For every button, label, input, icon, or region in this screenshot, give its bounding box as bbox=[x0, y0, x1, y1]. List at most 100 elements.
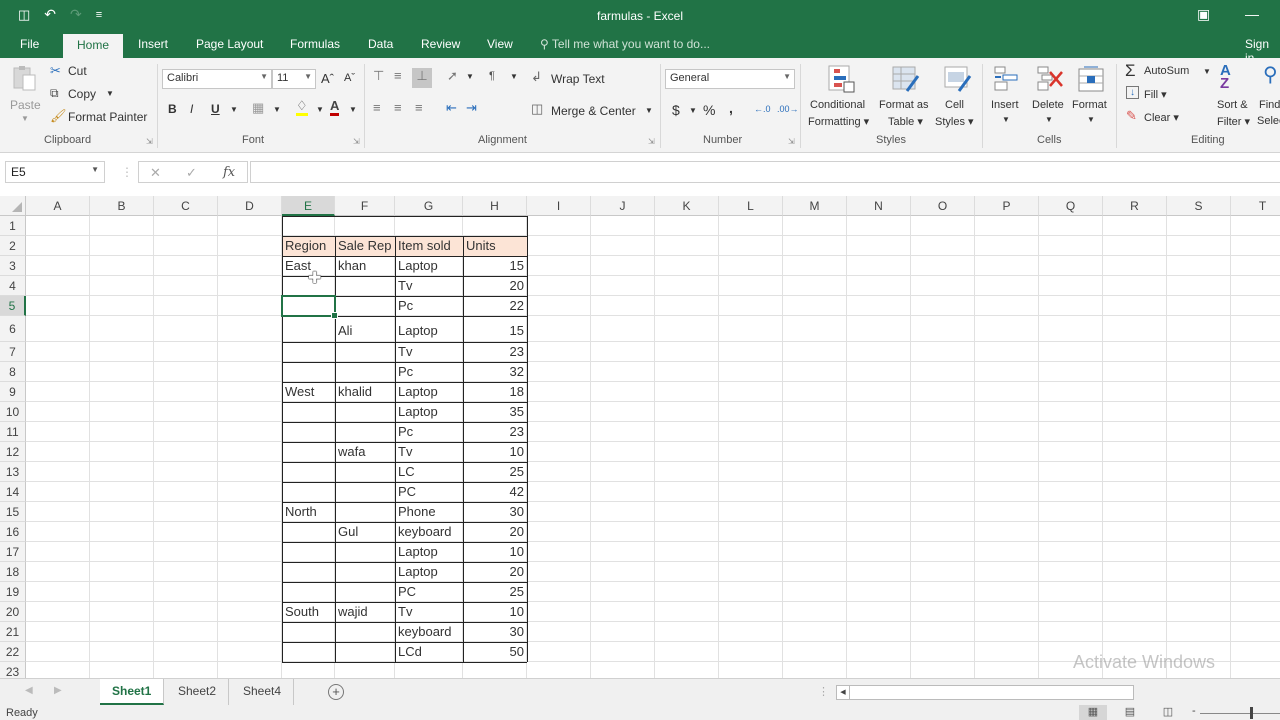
table-cell-item[interactable]: Laptop bbox=[395, 382, 463, 402]
table-cell-region[interactable] bbox=[282, 582, 335, 602]
table-cell-units[interactable]: 50 bbox=[463, 642, 527, 662]
sheet-tab-sheet4[interactable]: Sheet4 bbox=[231, 679, 295, 705]
table-cell-item[interactable]: PC bbox=[395, 582, 463, 602]
paste-dropdown-icon[interactable]: ▼ bbox=[21, 114, 29, 123]
table-header-cell[interactable]: Item sold bbox=[395, 236, 463, 256]
tab-page-layout[interactable]: Page Layout bbox=[196, 37, 263, 51]
table-cell-region[interactable] bbox=[282, 462, 335, 482]
table-cell-rep[interactable] bbox=[335, 296, 395, 316]
active-cell-selection[interactable] bbox=[281, 295, 338, 319]
row-header-21[interactable]: 21 bbox=[0, 622, 26, 642]
table-cell-region[interactable] bbox=[282, 316, 335, 342]
delete-cells-button[interactable]: Delete bbox=[1032, 99, 1064, 111]
table-cell-item[interactable]: Tv bbox=[395, 602, 463, 622]
table-cell-region[interactable] bbox=[282, 362, 335, 382]
table-cell-units[interactable]: 42 bbox=[463, 482, 527, 502]
number-format-select[interactable]: General ▼ bbox=[665, 69, 795, 89]
orientation-icon[interactable]: ➚ bbox=[447, 68, 458, 84]
table-cell-units[interactable]: 15 bbox=[463, 256, 527, 276]
column-header-r[interactable]: R bbox=[1103, 196, 1167, 216]
column-header-a[interactable]: A bbox=[26, 196, 90, 216]
font-color-dropdown-icon[interactable]: ▼ bbox=[349, 105, 357, 114]
sort-filter-button[interactable]: Filter ▾ bbox=[1217, 115, 1250, 128]
borders-icon[interactable]: ▦ bbox=[252, 100, 264, 116]
tab-file[interactable]: File bbox=[20, 37, 39, 51]
column-header-p[interactable]: P bbox=[975, 196, 1039, 216]
font-size-select[interactable]: 11 ▼ bbox=[272, 69, 316, 89]
table-cell-region[interactable] bbox=[282, 622, 335, 642]
tab-home[interactable]: Home bbox=[63, 34, 124, 58]
row-header-16[interactable]: 16 bbox=[0, 522, 26, 542]
align-bottom-icon[interactable]: ⊥ bbox=[412, 68, 432, 88]
grow-font-button[interactable]: Aˆ bbox=[321, 71, 334, 86]
tab-data[interactable]: Data bbox=[368, 37, 393, 51]
table-cell-rep[interactable] bbox=[335, 342, 395, 362]
column-header-g[interactable]: G bbox=[395, 196, 463, 216]
column-header-c[interactable]: C bbox=[154, 196, 218, 216]
table-cell-rep[interactable] bbox=[335, 276, 395, 296]
table-cell-region[interactable] bbox=[282, 482, 335, 502]
select-all-button[interactable] bbox=[0, 196, 26, 216]
zoom-slider-thumb[interactable] bbox=[1250, 707, 1253, 719]
table-cell-rep[interactable] bbox=[335, 362, 395, 382]
table-cell-rep[interactable] bbox=[335, 562, 395, 582]
enter-entry-icon[interactable]: ✓ bbox=[186, 165, 197, 181]
bold-button[interactable]: B bbox=[168, 102, 177, 116]
row-header-8[interactable]: 8 bbox=[0, 362, 26, 382]
table-cell-region[interactable] bbox=[282, 522, 335, 542]
align-right-icon[interactable]: ≡ bbox=[415, 100, 423, 115]
decrease-decimal-icon[interactable]: .00→ bbox=[777, 104, 799, 114]
conditional-formatting-label-1[interactable]: Conditional bbox=[810, 99, 865, 111]
table-cell-rep[interactable]: Ali bbox=[335, 316, 395, 342]
column-header-q[interactable]: Q bbox=[1039, 196, 1103, 216]
row-header-15[interactable]: 15 bbox=[0, 502, 26, 522]
formula-input[interactable] bbox=[250, 161, 1280, 183]
align-center-icon[interactable]: ≡ bbox=[394, 100, 402, 115]
table-cell-region[interactable] bbox=[282, 422, 335, 442]
table-cell-units[interactable]: 23 bbox=[463, 342, 527, 362]
table-cell-region[interactable]: West bbox=[282, 382, 335, 402]
zoom-slider-track[interactable] bbox=[1200, 713, 1280, 714]
normal-view-icon[interactable]: ▦ bbox=[1079, 705, 1107, 720]
merge-dropdown-icon[interactable]: ▼ bbox=[645, 106, 653, 115]
text-direction-dropdown-icon[interactable]: ▼ bbox=[510, 72, 518, 81]
table-cell-item[interactable]: Laptop bbox=[395, 562, 463, 582]
accounting-format-button[interactable]: $ bbox=[672, 102, 680, 118]
table-header-cell[interactable]: Region bbox=[282, 236, 335, 256]
row-header-19[interactable]: 19 bbox=[0, 582, 26, 602]
table-cell-item[interactable]: keyboard bbox=[395, 522, 463, 542]
table-cell-units[interactable]: 20 bbox=[463, 562, 527, 582]
row-header-4[interactable]: 4 bbox=[0, 276, 26, 296]
column-header-l[interactable]: L bbox=[719, 196, 783, 216]
row-header-1[interactable]: 1 bbox=[0, 216, 26, 236]
table-cell-region[interactable] bbox=[282, 402, 335, 422]
table-cell-units[interactable]: 20 bbox=[463, 522, 527, 542]
format-painter-button[interactable]: Format Painter bbox=[68, 110, 147, 124]
column-header-h[interactable]: H bbox=[463, 196, 527, 216]
row-header-9[interactable]: 9 bbox=[0, 382, 26, 402]
borders-dropdown-icon[interactable]: ▼ bbox=[273, 105, 281, 114]
table-cell-rep[interactable] bbox=[335, 542, 395, 562]
shrink-font-button[interactable]: Aˇ bbox=[344, 72, 355, 84]
column-header-d[interactable]: D bbox=[218, 196, 282, 216]
cell-styles-button[interactable]: Styles ▾ bbox=[935, 115, 974, 128]
underline-dropdown-icon[interactable]: ▼ bbox=[230, 105, 238, 114]
insert-cells-button[interactable]: Insert bbox=[991, 99, 1019, 111]
format-cells-button[interactable]: Format bbox=[1072, 99, 1107, 111]
table-cell-item[interactable]: Tv bbox=[395, 276, 463, 296]
table-cell-units[interactable]: 25 bbox=[463, 582, 527, 602]
cell-styles-label-1[interactable]: Cell bbox=[945, 99, 964, 111]
page-layout-view-icon[interactable]: ▤ bbox=[1116, 705, 1144, 720]
column-header-t[interactable]: T bbox=[1231, 196, 1280, 216]
decrease-indent-icon[interactable]: ⇤ bbox=[446, 100, 457, 116]
table-cell-region[interactable] bbox=[282, 342, 335, 362]
align-middle-icon[interactable]: ≡ bbox=[394, 68, 402, 83]
scroll-sheets-left-icon[interactable]: ◀ bbox=[25, 685, 33, 696]
table-cell-rep[interactable] bbox=[335, 622, 395, 642]
table-cell-item[interactable]: Laptop bbox=[395, 316, 463, 342]
table-cell-item[interactable]: Laptop bbox=[395, 542, 463, 562]
copy-button[interactable]: Copy bbox=[68, 87, 96, 101]
table-cell-units[interactable]: 10 bbox=[463, 602, 527, 622]
comma-style-button[interactable]: , bbox=[729, 100, 733, 116]
worksheet-grid[interactable]: Region Sale Rep Item sold Units East khan Lapt… bbox=[26, 216, 1280, 678]
